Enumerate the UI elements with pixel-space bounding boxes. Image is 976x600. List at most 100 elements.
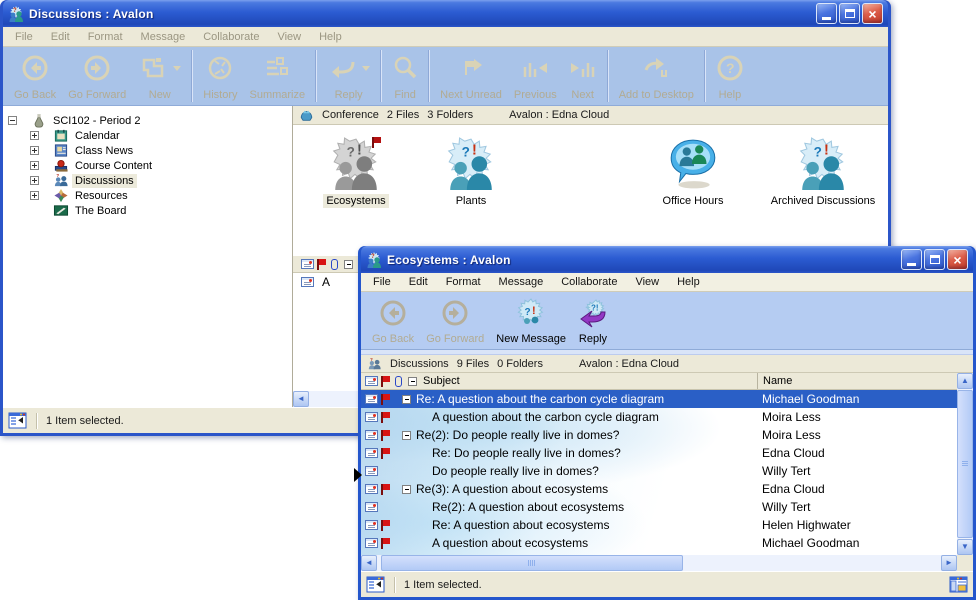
menu-message[interactable]: Message [132, 28, 195, 46]
find-button[interactable]: Find [386, 47, 424, 105]
close-button[interactable]: × [862, 3, 883, 24]
subject-text: Re: A question about the carbon cycle di… [416, 392, 664, 406]
minimize-button[interactable] [901, 249, 922, 270]
message-row[interactable]: Re(2): Do people really live in domes? M… [361, 426, 957, 444]
scroll-down-icon[interactable]: ▼ [957, 539, 973, 555]
title-bar[interactable]: ? Ecosystems : Avalon × [361, 246, 973, 273]
history-button[interactable]: History [197, 47, 243, 105]
attachment-column-icon[interactable] [395, 376, 402, 387]
message-row[interactable]: Re(3): A question about ecosystems Edna … [361, 480, 957, 498]
message-row[interactable]: Re: Do people really live in domes? Edna… [361, 444, 957, 462]
message-row[interactable]: Re(2): A question about ecosystems Willy… [361, 498, 957, 516]
tree-item-root[interactable]: SCI102 - Period 2 [3, 113, 292, 128]
go-forward-button[interactable]: Go Forward [420, 292, 490, 349]
conference-item-archived-discussions[interactable]: ? ! Archived Discussions [773, 137, 873, 208]
name-column-header[interactable]: Name [757, 373, 957, 389]
menu-file[interactable]: File [6, 28, 42, 46]
scrollbar-thumb[interactable] [381, 555, 683, 571]
message-icon [365, 448, 378, 458]
svg-text:!: ! [472, 143, 477, 159]
conference-item-plants[interactable]: ? ! Plants [421, 137, 521, 208]
collapse-thread-icon[interactable] [402, 395, 411, 404]
title-bar[interactable]: ? Discussions : Avalon × [3, 0, 888, 27]
scroll-left-icon[interactable]: ◄ [293, 391, 309, 407]
scrollbar-thumb[interactable] [957, 390, 973, 538]
menu-file[interactable]: File [364, 273, 400, 291]
flag-column-icon[interactable] [317, 259, 327, 270]
tree-item-class-news[interactable]: Class News [3, 143, 292, 158]
subject-text: Re(3): A question about ecosystems [416, 482, 608, 496]
message-column-icon[interactable] [365, 376, 378, 386]
minimize-button[interactable] [816, 3, 837, 24]
conference-item-ecosystems[interactable]: ? ! Ecosystems [306, 137, 406, 208]
menu-format[interactable]: Format [79, 28, 132, 46]
scroll-up-icon[interactable]: ▲ [957, 373, 973, 389]
reply-button[interactable]: Reply [321, 47, 376, 105]
maximize-button[interactable] [924, 249, 945, 270]
message-list: Subject Name Re: A question about the ca… [361, 373, 973, 555]
add-to-desktop-button[interactable]: Add to Desktop [613, 47, 700, 105]
message-row[interactable]: Re: A question about ecosystems Helen Hi… [361, 516, 957, 534]
menu-format[interactable]: Format [437, 273, 490, 291]
expand-icon[interactable] [30, 176, 39, 185]
tree-item-discussions[interactable]: ? Discussions [3, 173, 292, 188]
collapse-icon[interactable] [8, 116, 17, 125]
split-pane-toggle-icon[interactable] [8, 412, 27, 429]
next-unread-button[interactable]: Next Unread [434, 47, 508, 105]
layout-toggle-icon[interactable] [949, 576, 968, 593]
new-button[interactable]: New [132, 47, 187, 105]
collapse-thread-icon[interactable] [402, 431, 411, 440]
go-forward-button[interactable]: Go Forward [62, 47, 132, 105]
dropdown-arrow-icon[interactable] [362, 66, 370, 71]
collapse-all-icon[interactable] [344, 260, 353, 269]
menu-collaborate[interactable]: Collaborate [552, 273, 626, 291]
reply-button[interactable]: ?! Reply [572, 292, 614, 349]
menu-edit[interactable]: Edit [400, 273, 437, 291]
maximize-button[interactable] [839, 3, 860, 24]
dropdown-arrow-icon[interactable] [173, 66, 181, 71]
message-row[interactable]: Do people really live in domes? Willy Te… [361, 462, 957, 480]
message-row[interactable]: A question about the carbon cycle diagra… [361, 408, 957, 426]
close-button[interactable]: × [947, 249, 968, 270]
tree-item-course-content[interactable]: Course Content [3, 158, 292, 173]
scrollbar-corner [957, 555, 973, 571]
summarize-button[interactable]: Summarize [244, 47, 312, 105]
horizontal-scrollbar[interactable]: ◄ ► [361, 555, 973, 571]
collapse-thread-icon[interactable] [402, 485, 411, 494]
new-message-button[interactable]: ? ! New Message [490, 292, 572, 349]
tree-item-calendar[interactable]: Calendar [3, 128, 292, 143]
menu-help[interactable]: Help [668, 273, 709, 291]
message-column-icon[interactable] [301, 259, 314, 269]
sender-name: Willy Tert [757, 500, 957, 514]
tree-item-the-board[interactable]: The Board [3, 203, 292, 218]
go-back-button[interactable]: Go Back [366, 292, 420, 349]
message-row[interactable]: A question about ecosystems Michael Good… [361, 534, 957, 552]
menu-edit[interactable]: Edit [42, 28, 79, 46]
previous-button[interactable]: Previous [508, 47, 563, 105]
expand-icon[interactable] [30, 131, 39, 140]
expand-icon[interactable] [30, 191, 39, 200]
message-row[interactable]: Re: A question about the carbon cycle di… [361, 390, 957, 408]
expand-icon[interactable] [30, 146, 39, 155]
next-button[interactable]: Next [563, 47, 603, 105]
subject-column-header[interactable]: Subject [423, 375, 460, 387]
vertical-scrollbar[interactable]: ▲ ▼ [957, 373, 973, 555]
menu-help[interactable]: Help [310, 28, 351, 46]
collapse-all-icon[interactable] [408, 377, 417, 386]
menu-view[interactable]: View [626, 273, 668, 291]
scroll-left-icon[interactable]: ◄ [361, 555, 377, 571]
scroll-right-icon[interactable]: ► [941, 555, 957, 571]
menu-message[interactable]: Message [490, 273, 553, 291]
flag-icon [381, 448, 391, 459]
split-pane-toggle-icon[interactable] [366, 576, 385, 593]
help-button[interactable]: ? Help [710, 47, 750, 105]
flag-column-icon[interactable] [381, 376, 391, 387]
attachment-column-icon[interactable] [331, 259, 338, 270]
reply-icon [327, 56, 357, 80]
expand-icon[interactable] [30, 161, 39, 170]
menu-collaborate[interactable]: Collaborate [194, 28, 268, 46]
go-back-button[interactable]: Go Back [8, 47, 62, 105]
tree-item-resources[interactable]: Resources [3, 188, 292, 203]
conference-item-office-hours[interactable]: Office Hours [643, 137, 743, 208]
menu-view[interactable]: View [268, 28, 310, 46]
